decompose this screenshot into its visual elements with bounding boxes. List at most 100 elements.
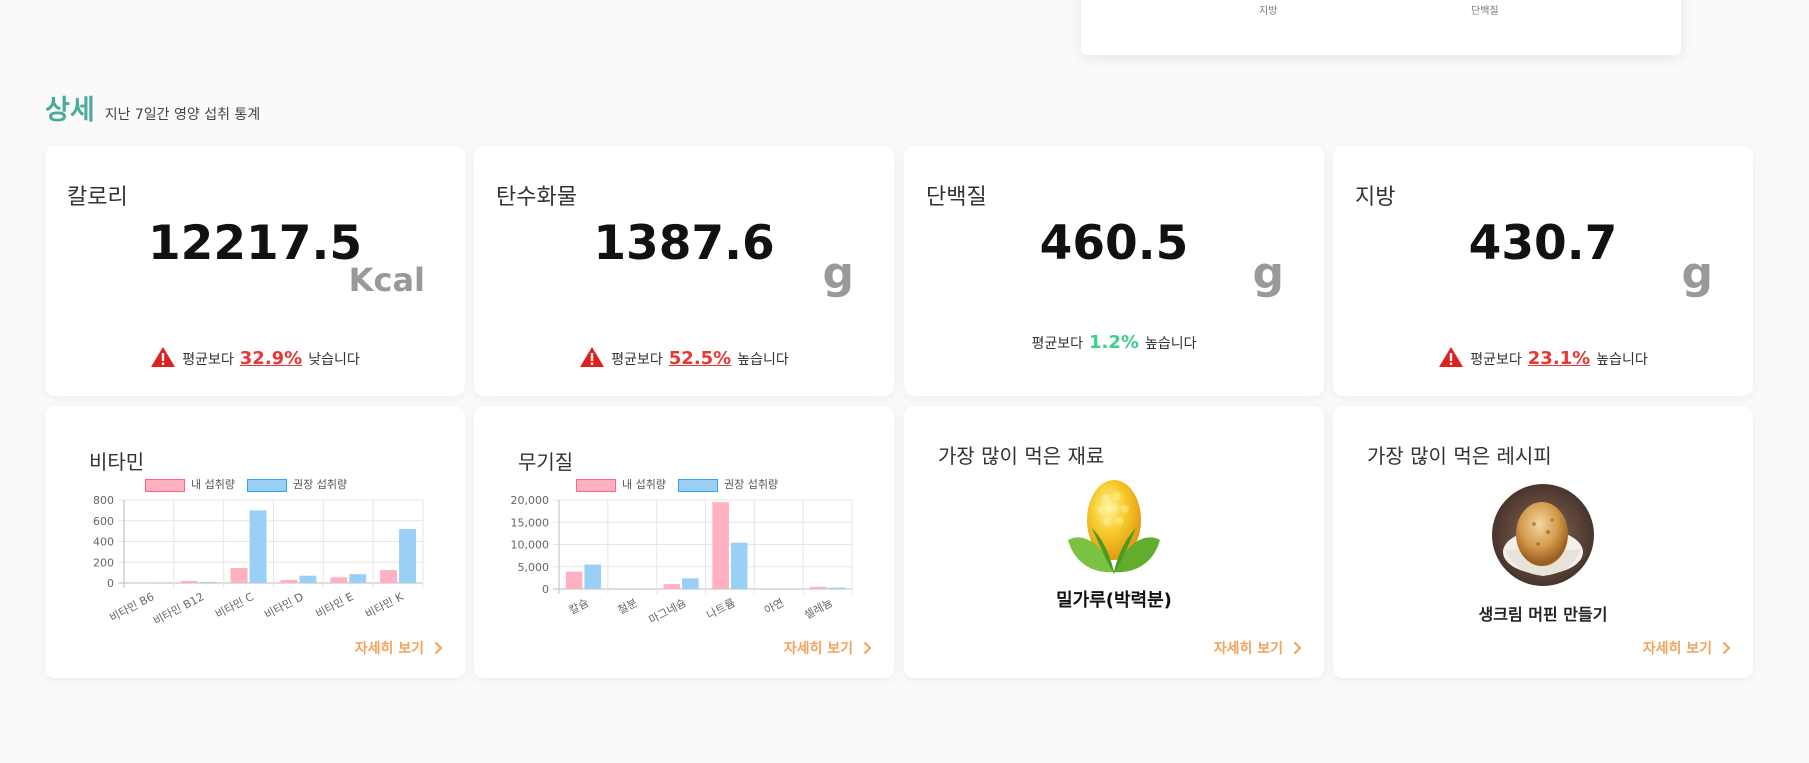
mineral-bar-chart: 0 5,000 10,000 15,000 20,000 칼슘 철분 마그네슘 나트륨 아연 셀레늄 (511, 494, 853, 627)
more-label: 자세히 보기 (783, 641, 853, 657)
section-title: 상세 (45, 95, 95, 126)
bar (380, 570, 398, 583)
x-tick-label: 비타민 B6 (107, 590, 156, 624)
stat-unit: g (1252, 248, 1285, 299)
x-tick-label: 나트륨 (704, 596, 737, 622)
x-tick-label: 철분 (616, 596, 640, 617)
bar (565, 571, 583, 589)
card-title: 가장 많이 먹은 레시피 (1367, 444, 1552, 468)
card-title: 지방 (1355, 185, 1396, 210)
muffin-image (1492, 484, 1594, 586)
more-label: 자세히 보기 (354, 641, 424, 657)
ingredient-more-link[interactable]: 자세히 보기 (1214, 638, 1302, 658)
compare-prefix: 평균보다 (182, 352, 234, 368)
compare-prefix: 평균보다 (1031, 336, 1084, 352)
compare-percent: 1.2% (1089, 332, 1139, 353)
recipe-more-link[interactable]: 자세히 보기 (1643, 638, 1731, 658)
chevron-right-icon (1722, 641, 1731, 655)
more-label: 자세히 보기 (1642, 641, 1712, 657)
y-tick-label: 15,000 (511, 516, 550, 529)
protein-card: 단백질 460.5 g 평균보다 1.2% 높습니다 (904, 146, 1324, 396)
bar (230, 567, 248, 583)
top-ingredient-card: 가장 많이 먹은 재료 밀가루(박력분) 자세히 보기 (904, 406, 1324, 678)
y-tick-label: 0 (107, 577, 114, 590)
y-tick-label: 200 (93, 556, 114, 569)
x-tick-label: 비타민 E (314, 590, 356, 621)
compare-suffix: 높습니다 (1596, 352, 1648, 368)
top-card-label-protein: 단백질 (1471, 6, 1499, 17)
bar (180, 580, 198, 583)
y-tick-label: 20,000 (511, 494, 550, 507)
bar (280, 579, 298, 583)
y-tick-label: 5,000 (518, 561, 550, 574)
chevron-right-icon (1293, 641, 1302, 655)
y-tick-label: 600 (93, 515, 114, 528)
bar (199, 581, 217, 583)
compare-percent: 23.1% (1527, 348, 1591, 369)
compare-text: 평균보다 32.9% 낮습니다 (45, 342, 465, 369)
compare-prefix: 평균보다 (1470, 352, 1522, 368)
stat-unit: Kcal (348, 261, 425, 299)
top-card-label-fat: 지방 (1259, 6, 1278, 17)
bar (399, 529, 417, 583)
bar (349, 574, 367, 583)
fat-card: 지방 430.7 g 평균보다 23.1% 높습니다 (1333, 146, 1753, 396)
ingredient-name: 밀가루(박력분) (1056, 590, 1172, 611)
top-partial-card: 지방 단백질 (1081, 0, 1681, 55)
mineral-more-link[interactable]: 자세히 보기 (784, 638, 872, 658)
bar (730, 542, 748, 589)
carbohydrate-card: 탄수화물 1387.6 g 평균보다 52.5% 높습니다 (474, 146, 894, 396)
chevron-right-icon (863, 641, 872, 655)
x-tick-label: 셀레늄 (802, 596, 835, 622)
bar (828, 587, 846, 589)
x-tick-label: 아연 (762, 596, 786, 617)
bar (330, 577, 348, 583)
compare-text: 평균보다 1.2% 높습니다 (904, 332, 1324, 353)
compare-text: 평균보다 23.1% 높습니다 (1333, 342, 1753, 369)
compare-suffix: 높습니다 (1144, 336, 1197, 352)
y-tick-label: 10,000 (511, 539, 550, 552)
stat-unit: g (1681, 248, 1714, 299)
y-tick-label: 800 (93, 494, 114, 507)
recipe-name: 생크림 머핀 만들기 (1478, 605, 1608, 624)
bar (682, 578, 699, 589)
recipe-thumbnail[interactable] (1492, 484, 1594, 586)
x-tick-label: 칼슘 (567, 596, 591, 617)
compare-prefix: 평균보다 (611, 352, 663, 368)
warning-icon (1439, 347, 1464, 367)
more-label: 자세히 보기 (1213, 641, 1283, 657)
card-title: 가장 많이 먹은 재료 (938, 444, 1105, 468)
bar (249, 510, 267, 583)
bar (584, 564, 601, 589)
section-header: 상세 지난 7일간 영양 섭취 통계 (45, 88, 260, 127)
compare-percent: 32.9% (239, 348, 303, 369)
x-tick-label: 비타민 K (363, 590, 406, 621)
mineral-card: 무기질 내 섭취량 권장 섭취량 0 5,000 10,000 15,000 20,00… (474, 406, 894, 678)
vitamin-card: 비타민 내 섭취량 권장 섭취량 0 200 400 600 800 비타민 B6 비타민 … (45, 406, 465, 678)
card-title: 칼로리 (67, 185, 128, 210)
vitamin-bar-chart: 0 200 400 600 800 비타민 B6비타민 B12 비타민 C 비타민 D 비타민 … (93, 494, 424, 628)
bar (663, 584, 681, 589)
section-subtitle: 지난 7일간 영양 섭취 통계 (104, 107, 261, 123)
card-title: 단백질 (926, 185, 987, 210)
bar (299, 575, 317, 583)
x-tick-label: 비타민 B12 (151, 590, 206, 627)
compare-text: 평균보다 52.5% 높습니다 (474, 342, 894, 369)
card-title: 탄수화물 (496, 185, 577, 210)
vitamin-more-link[interactable]: 자세히 보기 (355, 638, 443, 658)
calorie-card: 칼로리 12217.5 Kcal 평균보다 32.9% 낮습니다 (45, 146, 465, 396)
compare-suffix: 낮습니다 (308, 352, 360, 368)
bar (810, 586, 827, 589)
warning-icon (151, 347, 176, 367)
x-tick-label: 마그네슘 (647, 596, 689, 626)
top-recipe-card: 가장 많이 먹은 레시피 생크림 머핀 만들기 자세히 보기 (1333, 406, 1753, 678)
warning-icon (580, 347, 605, 367)
x-tick-label: 비타민 C (213, 590, 256, 621)
y-tick-label: 400 (93, 536, 114, 549)
stat-unit: g (822, 248, 855, 299)
corn-icon (1068, 480, 1160, 574)
chevron-right-icon (434, 641, 443, 655)
bar (712, 502, 729, 589)
compare-percent: 52.5% (668, 348, 732, 369)
compare-suffix: 높습니다 (737, 352, 789, 368)
